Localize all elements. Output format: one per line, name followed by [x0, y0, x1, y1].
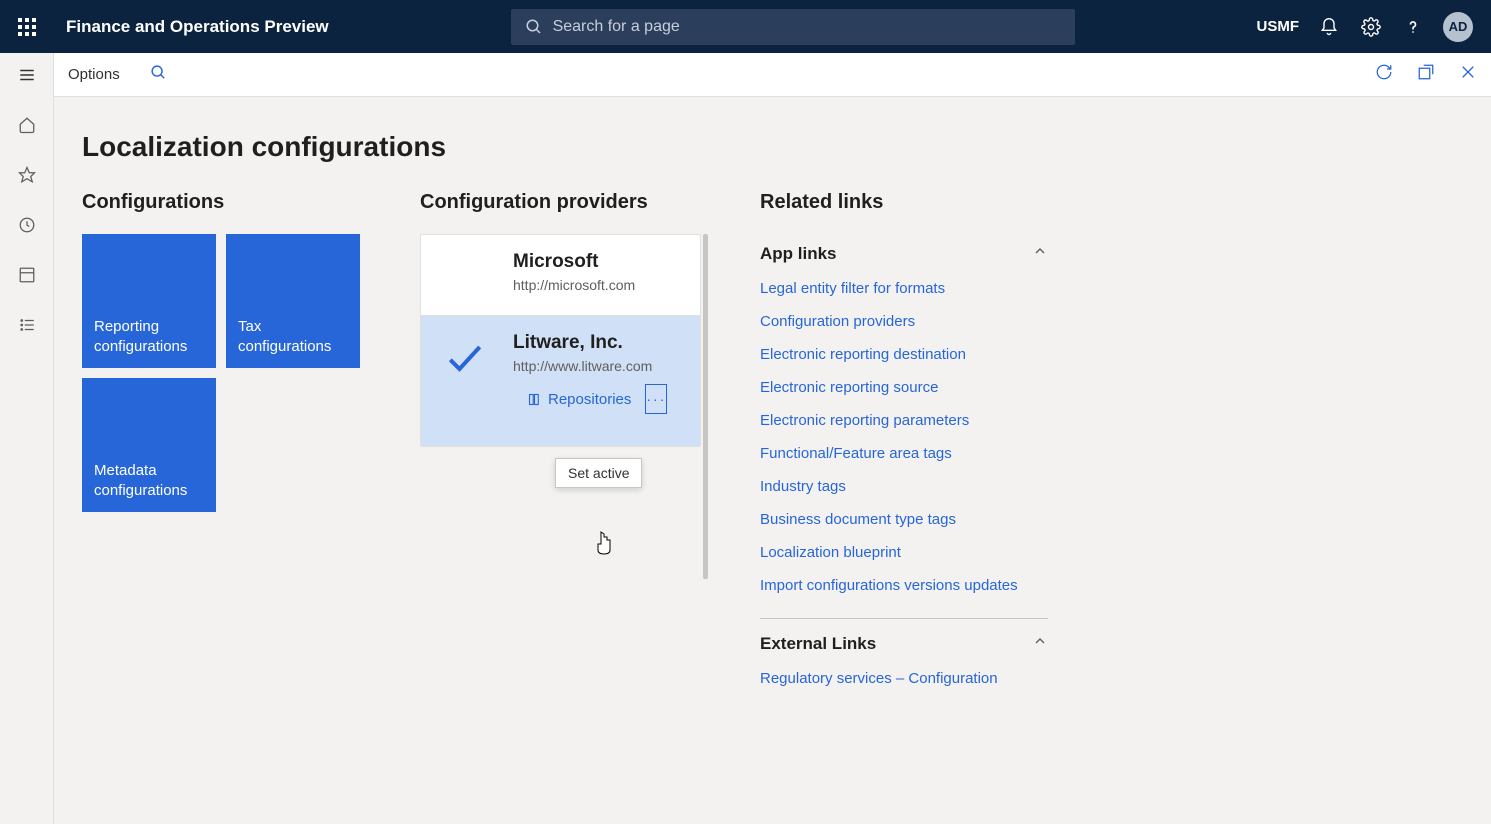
app-launcher-button[interactable] [0, 0, 54, 53]
close-icon [1459, 63, 1477, 81]
popout-icon [1417, 63, 1435, 81]
repositories-link[interactable]: Repositories [527, 391, 631, 408]
providers-section: Configuration providers Microsoft http:/… [420, 191, 760, 711]
action-search-button[interactable] [150, 64, 167, 86]
repository-icon [527, 392, 542, 407]
modules-button[interactable] [15, 313, 39, 337]
app-links-header: App links [760, 244, 837, 264]
provider-url: http://microsoft.com [513, 277, 680, 293]
chevron-up-icon [1032, 243, 1048, 259]
action-pane: Options [54, 53, 1491, 97]
list-icon [18, 316, 36, 334]
home-button[interactable] [15, 113, 39, 137]
help-button[interactable] [1401, 15, 1425, 39]
company-label[interactable]: USMF [1256, 18, 1299, 35]
popout-button[interactable] [1417, 63, 1435, 86]
collapse-button[interactable] [1032, 633, 1048, 654]
provider-more-button[interactable]: ··· [645, 384, 667, 414]
provider-card-litware[interactable]: Litware, Inc. http://www.litware.com Rep… [421, 316, 700, 446]
link-industry-tags[interactable]: Industry tags [760, 470, 1048, 503]
repositories-label: Repositories [548, 391, 631, 408]
bell-icon [1319, 17, 1339, 37]
gear-icon [1361, 17, 1381, 37]
tile-tax-configurations[interactable]: Tax configurations [226, 234, 360, 368]
link-er-source[interactable]: Electronic reporting source [760, 371, 1048, 404]
link-feature-tags[interactable]: Functional/Feature area tags [760, 437, 1048, 470]
header-actions: USMF AD [1256, 12, 1491, 42]
refresh-button[interactable] [1375, 63, 1393, 86]
provider-name: Microsoft [513, 251, 680, 273]
tile-metadata-configurations[interactable]: Metadata configurations [82, 378, 216, 512]
tile-reporting-configurations[interactable]: Reporting configurations [82, 234, 216, 368]
link-doc-type-tags[interactable]: Business document type tags [760, 503, 1048, 536]
recent-button[interactable] [15, 213, 39, 237]
provider-name: Litware, Inc. [513, 332, 680, 354]
related-links-section: Related links App links Legal entity fil… [760, 191, 1463, 711]
link-legal-entity-filter[interactable]: Legal entity filter for formats [760, 272, 1048, 305]
external-links-group: External Links Regulatory services – Con… [760, 618, 1048, 695]
app-title: Finance and Operations Preview [66, 17, 329, 37]
search-icon [525, 18, 543, 36]
providers-heading: Configuration providers [420, 191, 760, 214]
link-localization-blueprint[interactable]: Localization blueprint [760, 536, 1048, 569]
link-configuration-providers[interactable]: Configuration providers [760, 305, 1048, 338]
link-import-versions[interactable]: Import configurations versions updates [760, 569, 1048, 602]
options-tab[interactable]: Options [68, 66, 120, 83]
app-links-list: Legal entity filter for formats Configur… [760, 272, 1048, 602]
workspaces-button[interactable] [15, 263, 39, 287]
collapse-button[interactable] [1032, 243, 1048, 264]
star-icon [18, 166, 36, 184]
left-nav-rail [0, 53, 54, 824]
page-content: Options Localization configurations Co [54, 53, 1491, 824]
settings-button[interactable] [1359, 15, 1383, 39]
module-icon [18, 266, 36, 284]
user-avatar[interactable]: AD [1443, 12, 1473, 42]
hamburger-icon [17, 66, 37, 84]
search-box[interactable] [511, 9, 1075, 45]
chevron-up-icon [1032, 633, 1048, 649]
search-icon [150, 64, 167, 81]
search-input[interactable] [553, 18, 1061, 36]
tile-label: Tax configurations [238, 317, 348, 356]
app-header: Finance and Operations Preview USMF AD [0, 0, 1491, 53]
notifications-button[interactable] [1317, 15, 1341, 39]
active-check-icon [443, 336, 487, 385]
provider-list: Microsoft http://microsoft.com Litware, … [420, 234, 701, 447]
menu-item-set-active[interactable]: Set active [555, 458, 642, 488]
configurations-section: Configurations Reporting configurations … [82, 191, 420, 711]
external-links-header: External Links [760, 634, 876, 654]
provider-card-microsoft[interactable]: Microsoft http://microsoft.com [421, 235, 700, 316]
clock-icon [18, 216, 36, 234]
page-title: Localization configurations [82, 131, 1463, 163]
configurations-heading: Configurations [82, 191, 420, 214]
refresh-icon [1375, 63, 1393, 81]
external-links-list: Regulatory services – Configuration [760, 662, 1048, 695]
link-er-parameters[interactable]: Electronic reporting parameters [760, 404, 1048, 437]
provider-url: http://www.litware.com [513, 358, 680, 374]
app-links-group: App links Legal entity filter for format… [760, 234, 1048, 602]
help-icon [1403, 17, 1423, 37]
close-button[interactable] [1459, 63, 1477, 86]
favorites-button[interactable] [15, 163, 39, 187]
tile-label: Reporting configurations [94, 317, 204, 356]
home-icon [18, 116, 36, 134]
scrollbar[interactable] [703, 234, 708, 579]
waffle-icon [18, 18, 36, 36]
related-links-heading: Related links [760, 191, 1463, 214]
hamburger-button[interactable] [15, 63, 39, 87]
link-er-destination[interactable]: Electronic reporting destination [760, 338, 1048, 371]
ellipsis-icon: ··· [646, 391, 666, 407]
tile-label: Metadata configurations [94, 461, 204, 500]
link-regulatory-services[interactable]: Regulatory services – Configuration [760, 662, 1048, 695]
